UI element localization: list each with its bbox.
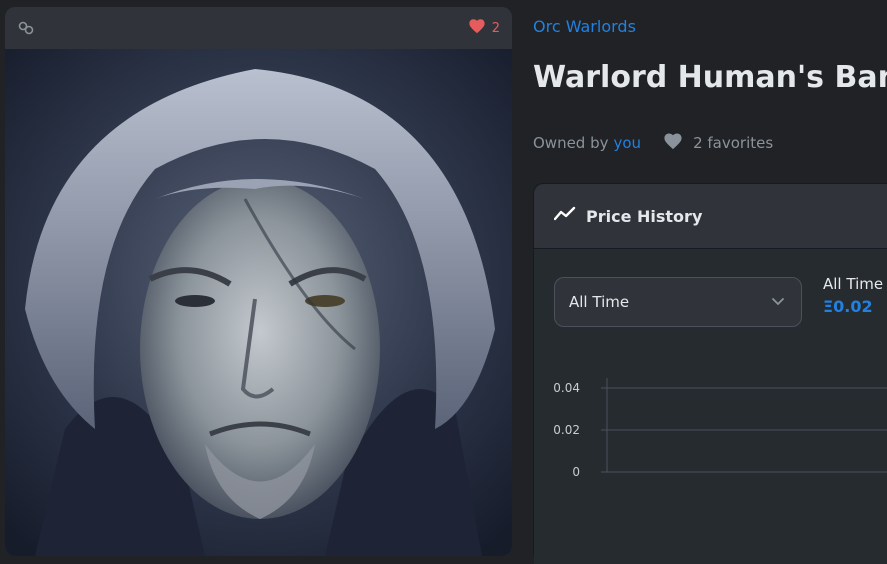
nft-artwork[interactable] [5,49,512,556]
favorite-count: 2 [491,20,500,36]
owned-by-label: Owned by [533,134,609,152]
heart-icon [663,132,683,154]
favorites-info[interactable]: 2 favorites [663,132,773,154]
favorite-button[interactable]: 2 [468,18,500,38]
time-range-select[interactable]: All Time [554,277,802,327]
time-range-value: All Time [569,293,630,311]
price-history-title: Price History [586,206,703,226]
price-history-body: All Time All Time A Ξ0.02 0.04 0.02 0 [534,249,887,564]
media-header: 2 [5,7,512,49]
average-price: All Time A Ξ0.02 [823,275,887,316]
average-price-value: Ξ0.02 [823,297,873,316]
chain-link-icon[interactable] [17,19,35,37]
y-tick-label: 0 [572,465,580,479]
average-price-label: All Time A [823,275,887,293]
price-history-panel: Price History All Time All Time A Ξ0.02 … [533,183,887,564]
heart-icon [468,18,486,38]
trend-line-icon [553,206,576,226]
price-chart: 0.04 0.02 0 [553,378,887,479]
collection-link[interactable]: Orc Warlords [533,17,636,36]
item-title: Warlord Human's Bane [533,60,887,95]
favorites-text: 2 favorites [693,134,774,152]
owner-row: Owned by you 2 favorites [533,132,773,154]
price-history-header[interactable]: Price History [534,184,887,249]
y-tick-label: 0.04 [553,381,580,395]
owner-link[interactable]: you [614,134,642,152]
y-tick-label: 0.02 [553,423,580,437]
media-card: 2 [5,7,512,556]
chevron-down-icon [771,293,785,311]
